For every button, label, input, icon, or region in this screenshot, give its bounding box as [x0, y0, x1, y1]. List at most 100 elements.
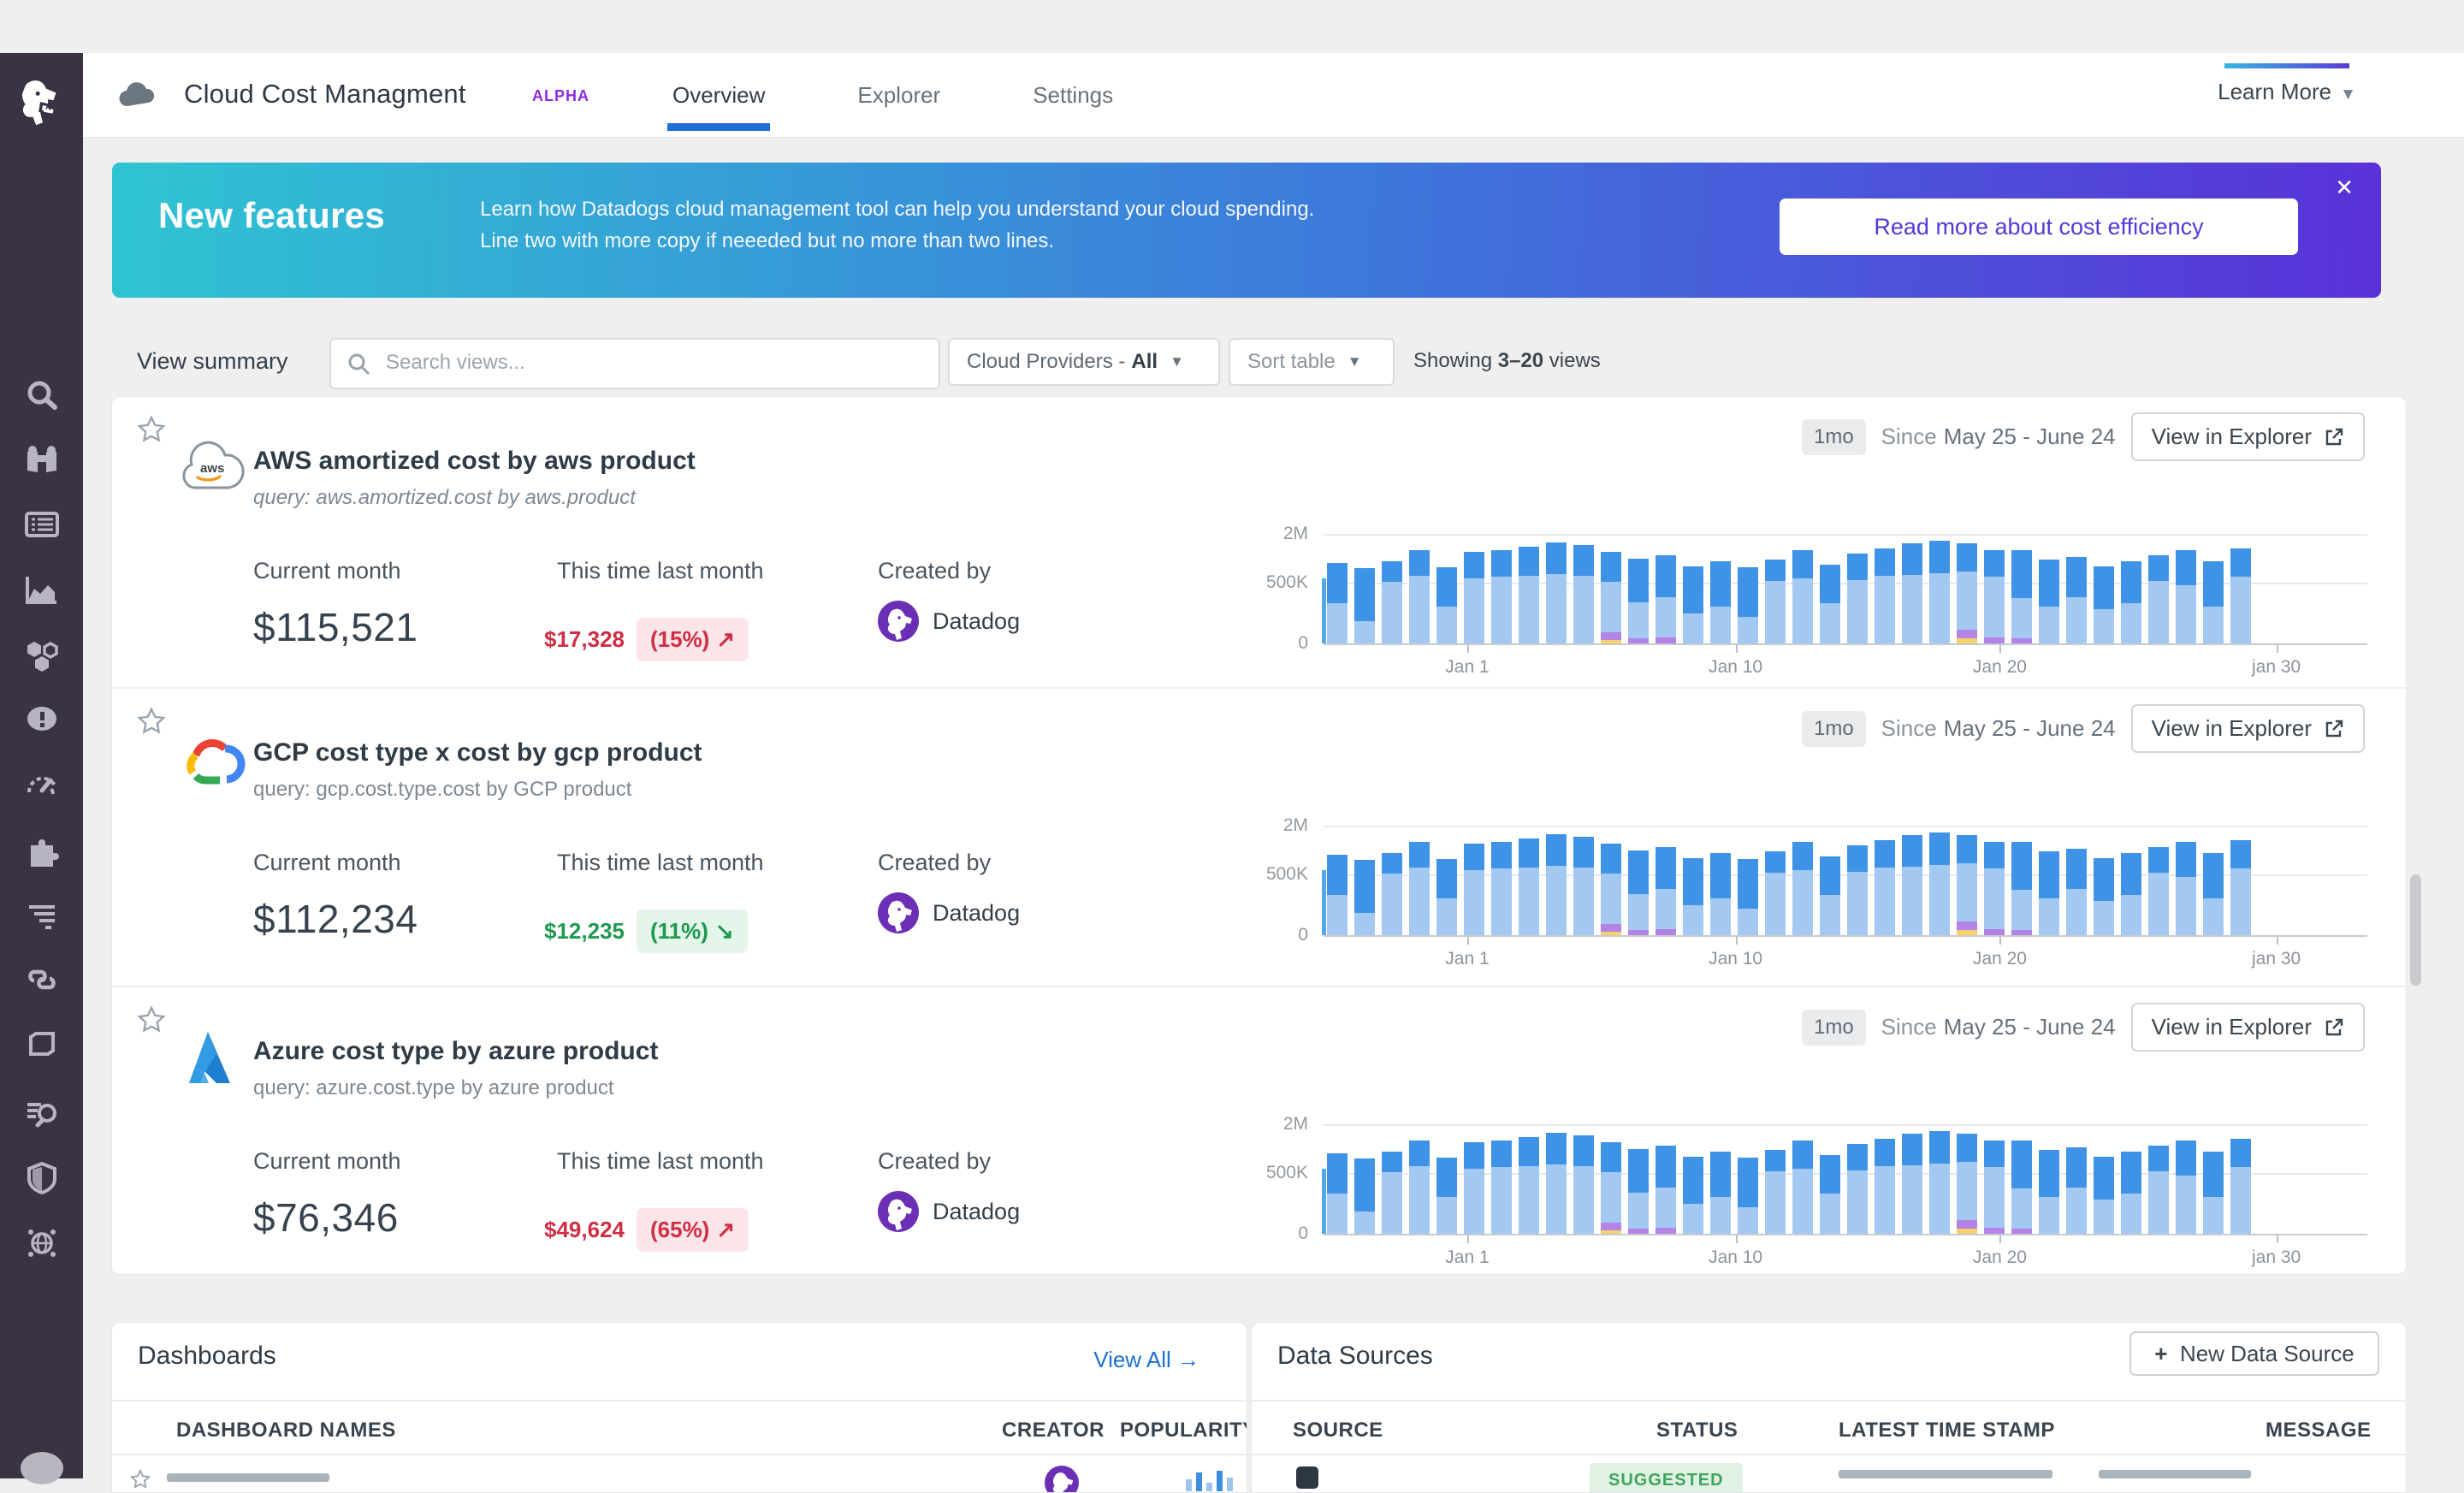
seg-purple	[1984, 929, 2005, 935]
seg-light	[1820, 603, 1840, 643]
learn-more-gradient	[2224, 63, 2349, 68]
seg-light	[1546, 574, 1567, 643]
cost-bar	[1847, 554, 1868, 643]
col-creator[interactable]: CREATOR	[1002, 1419, 1105, 1443]
datadog-logo-icon[interactable]	[15, 77, 68, 130]
star-icon[interactable]	[136, 1004, 167, 1035]
shield-icon[interactable]	[22, 1158, 62, 1198]
gauge-icon[interactable]	[22, 765, 62, 804]
network-globe-icon[interactable]	[22, 1223, 62, 1263]
cost-bar	[1354, 1158, 1375, 1234]
cost-bar	[1491, 842, 1512, 935]
seg-light	[1519, 1166, 1539, 1234]
col-message[interactable]: MESSAGE	[2266, 1419, 2372, 1443]
user-avatar[interactable]	[21, 1452, 63, 1484]
seg-dark	[1628, 559, 1649, 602]
cost-bar	[1409, 842, 1430, 935]
current-month-value: $112,234	[253, 896, 418, 942]
view-in-explorer-button[interactable]: View in Explorer	[2131, 412, 2365, 461]
current-month-label: Current month	[253, 558, 401, 584]
cost-bar	[1710, 1152, 1731, 1234]
new-data-source-button[interactable]: + New Data Source	[2129, 1331, 2379, 1376]
seg-dark	[2011, 842, 2032, 890]
app-header: Cloud Cost Managment ALPHA Overview Expl…	[83, 53, 2464, 138]
dashboard-list-icon[interactable]	[22, 505, 62, 544]
x-tick	[1467, 937, 1469, 945]
puzzle-icon[interactable]	[22, 830, 62, 869]
star-icon[interactable]	[136, 706, 167, 737]
learn-more-dropdown[interactable]: Learn More▼	[2184, 63, 2390, 123]
star-icon[interactable]	[129, 1468, 151, 1490]
seg-light	[2066, 889, 2087, 935]
hexagons-icon[interactable]	[22, 635, 62, 674]
close-icon[interactable]: ✕	[2335, 176, 2354, 198]
cost-bar	[2094, 858, 2114, 935]
cost-bar	[1656, 847, 1676, 935]
binoculars-icon[interactable]	[22, 440, 62, 479]
star-icon[interactable]	[136, 414, 167, 445]
cost-bar	[1354, 568, 1375, 643]
seg-dark	[1765, 560, 1786, 580]
seg-light	[2148, 873, 2169, 935]
seg-dark	[1354, 568, 1375, 622]
clipped-row-fragment	[167, 1473, 329, 1482]
cost-bar	[1382, 853, 1402, 935]
log-search-icon[interactable]	[22, 1093, 62, 1132]
seg-light	[1409, 1166, 1430, 1234]
tab-settings[interactable]: Settings	[1028, 56, 1118, 134]
seg-light	[2148, 581, 2169, 643]
seg-light	[1491, 868, 1512, 935]
x-tick	[1467, 1235, 1469, 1243]
cloud-providers-dropdown[interactable]: Cloud Providers -All ▼	[948, 338, 1220, 386]
filter-lines-icon[interactable]	[22, 895, 62, 934]
cost-bar	[1847, 1144, 1868, 1234]
read-more-button[interactable]: Read more about cost efficiency	[1780, 198, 2298, 255]
tab-explorer[interactable]: Explorer	[852, 56, 945, 134]
seg-dark	[1957, 543, 1977, 572]
seg-dark	[1491, 550, 1512, 577]
notebook-icon[interactable]	[22, 1025, 62, 1064]
seg-light	[2176, 585, 2196, 643]
y-axis-label: 2M	[1219, 1114, 1308, 1135]
col-status[interactable]: STATUS	[1656, 1419, 1738, 1443]
x-tick	[1736, 645, 1738, 653]
current-month-label: Current month	[253, 850, 401, 876]
alert-circle-icon[interactable]	[22, 700, 62, 739]
search-views-box	[329, 338, 940, 389]
metrics-chart-icon[interactable]	[22, 570, 62, 609]
cost-bar	[1875, 548, 1895, 643]
seg-light	[2039, 898, 2059, 935]
seg-purple	[2011, 930, 2032, 935]
view-in-explorer-button[interactable]: View in Explorer	[2131, 1003, 2365, 1052]
date-range: SinceMay 25 - June 24	[1881, 715, 2116, 742]
seg-dark	[1464, 844, 1484, 871]
sort-table-dropdown[interactable]: Sort table ▼	[1229, 338, 1395, 386]
link-icon[interactable]	[22, 960, 62, 999]
seg-light	[1710, 1197, 1731, 1234]
col-popularity[interactable]: POPULARITY	[1120, 1419, 1247, 1443]
range-badge: 1mo	[1802, 1010, 1866, 1046]
cost-bar	[1436, 1158, 1457, 1234]
y-axis-accent	[1322, 578, 1326, 643]
scrollbar-thumb[interactable]	[2410, 874, 2421, 986]
view-in-explorer-button[interactable]: View in Explorer	[2131, 704, 2365, 753]
col-source[interactable]: SOURCE	[1293, 1419, 1383, 1443]
cost-bar	[1491, 550, 1512, 643]
seg-dark	[1573, 545, 1594, 576]
search-icon	[346, 352, 370, 376]
cost-bar	[2230, 548, 2251, 643]
cost-chart[interactable]: 2M500K0Jan 1Jan 10Jan 20jan 30	[1324, 534, 2384, 643]
tab-overview[interactable]: Overview	[667, 56, 770, 134]
view-all-link[interactable]: View All →	[1093, 1347, 1199, 1373]
cost-chart[interactable]: 2M500K0Jan 1Jan 10Jan 20jan 30	[1324, 1124, 2384, 1234]
cost-bar	[1409, 550, 1430, 643]
col-dashboard-names[interactable]: DASHBOARD NAMES	[176, 1419, 396, 1443]
azure-logo	[174, 1025, 249, 1092]
col-latest-timestamp[interactable]: LATEST TIME STAMP	[1839, 1419, 2055, 1443]
seg-light	[1957, 1162, 1977, 1220]
search-views-input[interactable]	[384, 341, 918, 384]
cost-chart[interactable]: 2M500K0Jan 1Jan 10Jan 20jan 30	[1324, 826, 2384, 935]
seg-light	[1628, 1193, 1649, 1229]
seg-dark	[1327, 1153, 1348, 1194]
seg-light	[2039, 1197, 2059, 1234]
